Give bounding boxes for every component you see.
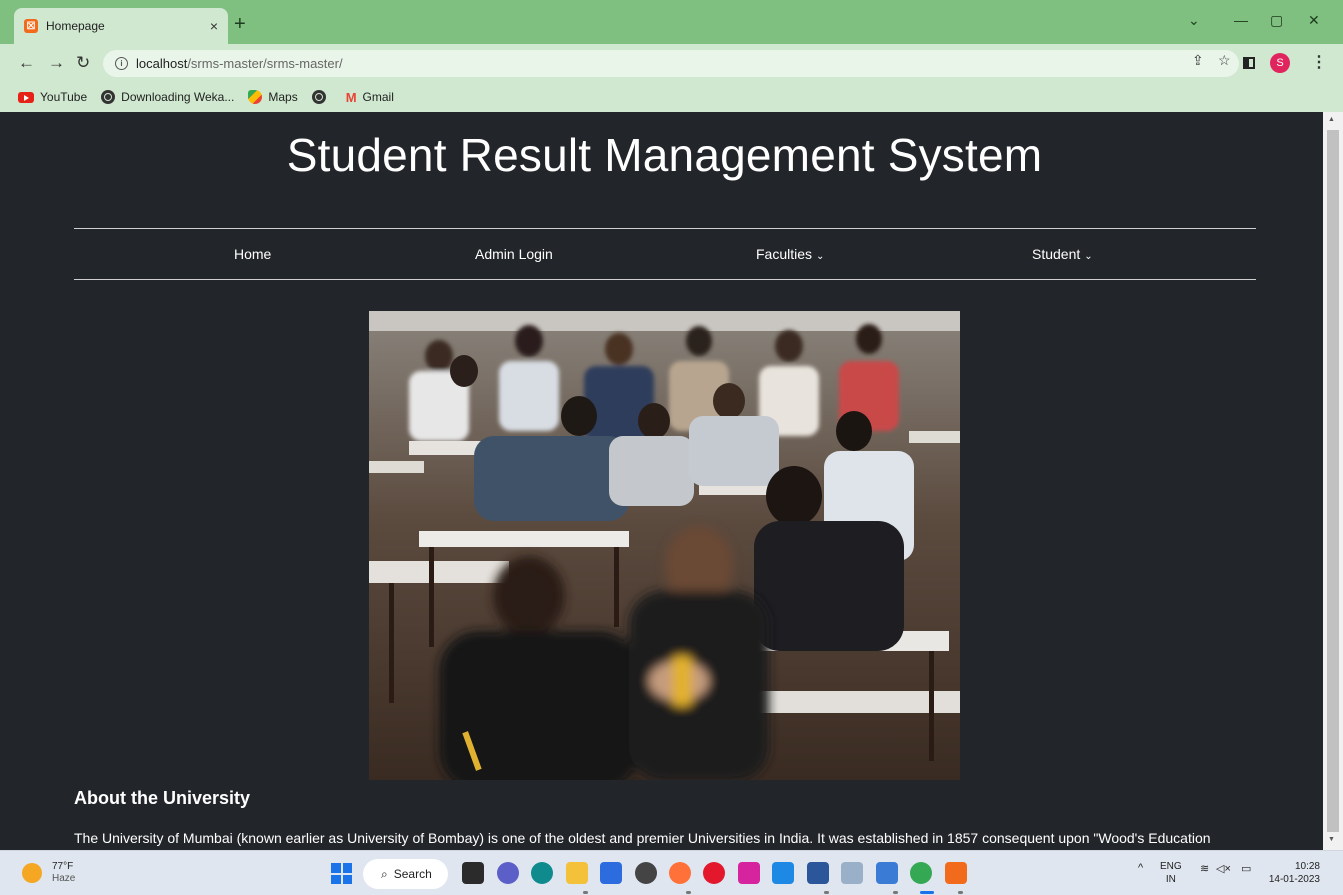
xampp-icon[interactable] bbox=[945, 862, 967, 884]
windows-start-icon[interactable] bbox=[331, 863, 352, 884]
exam-hall-photo bbox=[369, 311, 960, 780]
windows-taskbar: 77°F Haze ⌕ Search ^ ENG IN ≋ ◁× ▭ 10:28… bbox=[0, 850, 1343, 895]
bookmark-youtube[interactable]: YouTube bbox=[18, 90, 87, 104]
notepad-icon[interactable] bbox=[876, 862, 898, 884]
word-icon[interactable] bbox=[807, 862, 829, 884]
scroll-down-icon[interactable]: ▼ bbox=[1328, 836, 1335, 843]
chevron-down-icon: ⌄ bbox=[816, 251, 825, 262]
battery-icon[interactable]: ▭ bbox=[1241, 862, 1251, 875]
bookmark-weka[interactable]: Downloading Weka... bbox=[101, 90, 234, 104]
search-icon: ⌕ bbox=[381, 866, 388, 881]
active-indicator bbox=[920, 891, 934, 894]
url-host: localhost bbox=[136, 56, 188, 71]
new-tab-button[interactable]: + bbox=[234, 14, 246, 34]
task-view-icon[interactable] bbox=[462, 862, 484, 884]
scrollbar-thumb[interactable] bbox=[1327, 130, 1339, 832]
browser-tab-strip: ☒ Homepage × + ⌄ — ▢ ✕ bbox=[0, 0, 1343, 44]
nav-bottom-divider bbox=[74, 279, 1256, 280]
browser-toolbar: ← → ↻ i localhost /srms-master/srms-mast… bbox=[0, 44, 1343, 82]
bookmark-maps[interactable]: Maps bbox=[248, 90, 298, 104]
back-icon[interactable]: ← bbox=[18, 53, 35, 73]
instagram-icon[interactable] bbox=[738, 862, 760, 884]
globe-icon bbox=[311, 90, 326, 104]
tab-close-icon[interactable]: × bbox=[210, 18, 218, 34]
url-path: /srms-master/srms-master/ bbox=[187, 56, 343, 71]
maps-icon bbox=[248, 90, 263, 104]
vscode-icon[interactable] bbox=[772, 862, 794, 884]
notepad-plus-icon[interactable] bbox=[841, 862, 863, 884]
chevron-down-icon: ⌄ bbox=[1084, 251, 1093, 262]
bookmarks-bar: YouTube Downloading Weka... Maps M Gmail bbox=[0, 82, 1343, 112]
site-title: Student Result Management System bbox=[286, 129, 1043, 181]
system-clock[interactable]: 10:28 14-01-2023 bbox=[1268, 860, 1320, 886]
forward-icon[interactable]: → bbox=[48, 53, 65, 73]
running-indicator bbox=[583, 891, 588, 894]
youtube-icon bbox=[18, 91, 34, 103]
address-bar[interactable]: i localhost /srms-master/srms-master/ bbox=[103, 50, 1239, 77]
nav-admin-login[interactable]: Admin Login bbox=[475, 246, 553, 262]
tray-overflow-chevron-icon[interactable]: ^ bbox=[1138, 862, 1143, 874]
opera-icon[interactable] bbox=[703, 862, 725, 884]
menu-kebab-icon[interactable]: ⋮ bbox=[1311, 52, 1327, 72]
running-indicator bbox=[958, 891, 963, 894]
volume-muted-icon[interactable]: ◁× bbox=[1216, 862, 1231, 875]
running-indicator bbox=[824, 891, 829, 894]
browser-tab[interactable]: ☒ Homepage × bbox=[14, 8, 228, 44]
about-paragraph: The University of Mumbai (known earlier … bbox=[74, 830, 1211, 846]
nav-student[interactable]: Student ⌄ bbox=[1032, 246, 1093, 262]
exam-hall-illustration bbox=[369, 311, 960, 780]
tab-title: Homepage bbox=[46, 19, 105, 33]
edge-icon[interactable] bbox=[531, 862, 553, 884]
language-indicator[interactable]: ENG IN bbox=[1160, 860, 1182, 886]
profile-avatar[interactable]: S bbox=[1270, 53, 1290, 73]
firefox-icon[interactable] bbox=[669, 862, 691, 884]
minimize-icon[interactable]: — bbox=[1234, 12, 1248, 28]
bookmark-untitled[interactable] bbox=[311, 90, 332, 104]
weather-haze-icon bbox=[22, 863, 42, 883]
globe-icon bbox=[101, 90, 116, 104]
xampp-favicon-icon: ☒ bbox=[24, 19, 38, 33]
site-info-icon[interactable]: i bbox=[115, 57, 128, 70]
about-heading: About the University bbox=[74, 788, 251, 808]
taskbar-search[interactable]: ⌕ Search bbox=[363, 859, 448, 889]
temperature: 77°F bbox=[52, 861, 74, 872]
gmail-icon: M bbox=[345, 89, 357, 105]
bookmark-star-icon[interactable]: ☆ bbox=[1218, 52, 1231, 69]
chrome-icon[interactable] bbox=[910, 862, 932, 884]
wifi-icon[interactable]: ≋ bbox=[1200, 862, 1209, 875]
side-panel-icon[interactable] bbox=[1243, 57, 1255, 69]
scroll-up-icon[interactable]: ▲ bbox=[1328, 116, 1335, 123]
nav-home[interactable]: Home bbox=[234, 246, 271, 262]
page-content: Student Result Management System Home Ad… bbox=[0, 112, 1323, 850]
dell-icon[interactable] bbox=[635, 862, 657, 884]
running-indicator bbox=[686, 891, 691, 894]
page-scrollbar[interactable]: ▲ ▼ bbox=[1323, 112, 1343, 850]
reload-icon[interactable]: ↻ bbox=[76, 53, 90, 73]
tab-search-icon[interactable]: ⌄ bbox=[1188, 12, 1200, 29]
file-explorer-icon[interactable] bbox=[566, 862, 588, 884]
weather-widget[interactable]: 77°F Haze bbox=[22, 861, 75, 885]
running-indicator bbox=[893, 891, 898, 894]
share-icon[interactable]: ⇪ bbox=[1192, 52, 1204, 69]
mail-icon[interactable] bbox=[600, 862, 622, 884]
nav-faculties[interactable]: Faculties ⌄ bbox=[756, 246, 824, 262]
close-window-icon[interactable]: ✕ bbox=[1308, 12, 1320, 29]
teams-chat-icon[interactable] bbox=[497, 862, 519, 884]
weather-condition: Haze bbox=[52, 873, 76, 884]
bookmark-gmail[interactable]: M Gmail bbox=[346, 90, 394, 105]
main-nav: Home Admin Login Faculties ⌄ Student ⌄ bbox=[74, 229, 1256, 279]
restore-icon[interactable]: ▢ bbox=[1270, 12, 1283, 29]
